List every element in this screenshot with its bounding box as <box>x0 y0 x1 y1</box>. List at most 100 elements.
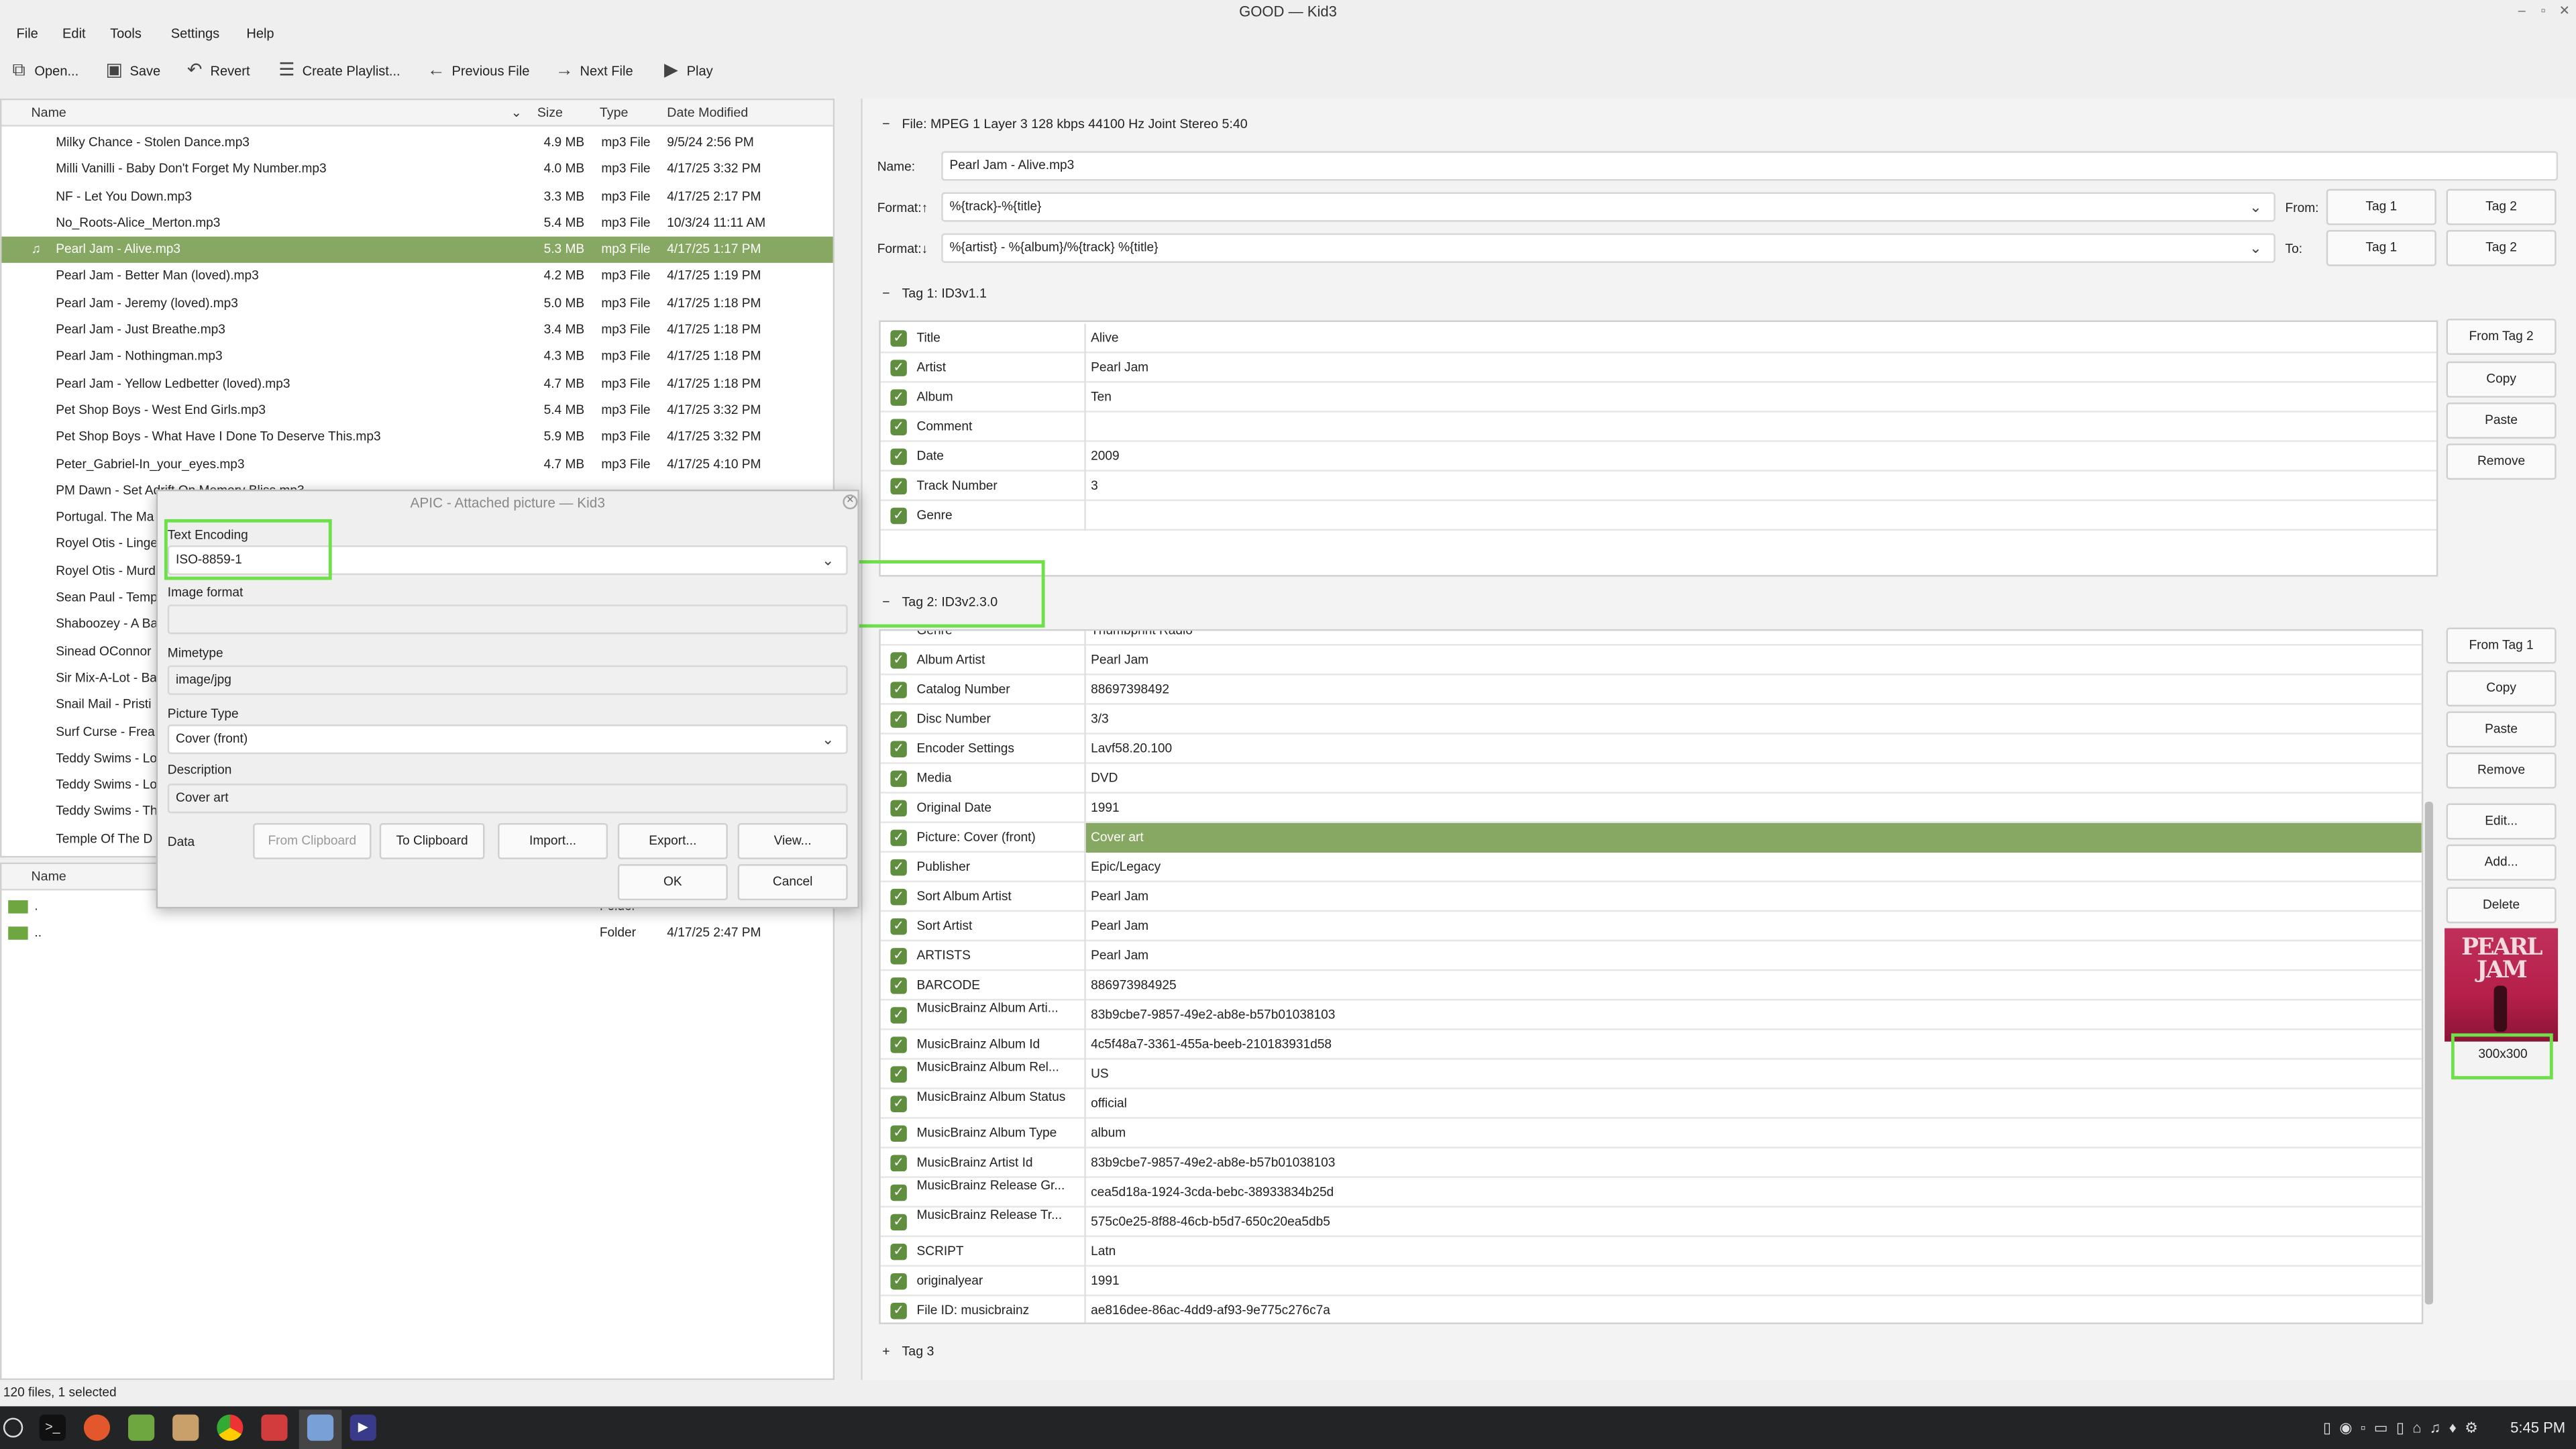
export-button[interactable]: Export... <box>617 822 728 859</box>
tag-row[interactable]: ✓ Media DVD <box>880 763 2422 794</box>
column-type[interactable]: Type <box>600 100 628 126</box>
field-value[interactable]: Latn <box>1084 1237 2421 1267</box>
remove-button[interactable]: Remove <box>2446 752 2557 789</box>
view-button[interactable]: View... <box>737 822 848 859</box>
paste-button[interactable]: Paste <box>2446 402 2557 439</box>
play-button[interactable]: ▶ Play <box>662 59 713 85</box>
menu-help[interactable]: Help <box>246 23 274 46</box>
file-section-toggle[interactable]: − <box>882 117 890 131</box>
checkbox[interactable]: ✓ <box>890 918 907 935</box>
checkbox[interactable]: ✓ <box>890 389 907 406</box>
paste-button[interactable]: Paste <box>2446 711 2557 748</box>
field-value[interactable]: 83b9cbe7-9857-49e2-ab8e-b57b01038103 <box>1084 1148 2421 1178</box>
delete-button[interactable]: Delete <box>2446 887 2557 924</box>
checkbox[interactable]: ✓ <box>890 1273 907 1290</box>
file-row[interactable]: Pearl Jam - Better Man (loved).mp3 4.2 MB… <box>1 264 833 290</box>
field-value[interactable] <box>1084 500 2436 531</box>
field-value[interactable]: 2009 <box>1084 441 2436 472</box>
checkbox[interactable]: ✓ <box>890 652 907 669</box>
dir-row[interactable]: .. Folder 4/17/25 2:47 PM <box>1 920 833 947</box>
from-tag1-button[interactable]: Tag 1 <box>2326 189 2436 225</box>
tag2-scrollbar[interactable] <box>2424 802 2433 1305</box>
file-row[interactable]: Pearl Jam - Jeremy (loved).mp3 5.0 MB mp3 … <box>1 290 833 317</box>
field-value[interactable]: Pearl Jam <box>1084 882 2421 912</box>
ok-button[interactable]: OK <box>617 864 728 901</box>
tag-row[interactable]: ✓ Catalog Number 88697398492 <box>880 675 2422 705</box>
terminal-icon[interactable]: >_ <box>39 1414 66 1441</box>
copy-button[interactable]: Copy <box>2446 361 2557 398</box>
file-row[interactable]: Pearl Jam - Just Breathe.mp3 3.4 MB mp3 Fi… <box>1 317 833 344</box>
file-row[interactable]: Milky Chance - Stolen Dance.mp3 4.9 MB mp3… <box>1 129 833 156</box>
tag-row[interactable]: ✓ MusicBrainz Album Rel... US <box>880 1059 2422 1089</box>
firefox-icon[interactable] <box>83 1414 111 1441</box>
checkbox[interactable]: ✓ <box>890 888 907 906</box>
checkbox[interactable]: ✓ <box>890 859 907 876</box>
checkbox[interactable]: ✓ <box>890 741 907 757</box>
description-field[interactable]: Cover art <box>167 784 848 814</box>
tag-row[interactable]: ✓ MusicBrainz Album Status official <box>880 1089 2422 1119</box>
format-up-combo[interactable]: %{track}-%{title} ⌄ <box>941 192 2275 222</box>
checkbox[interactable]: ✓ <box>890 682 907 698</box>
tag-row[interactable]: ✓ Publisher Epic/Legacy <box>880 853 2422 883</box>
tag-row[interactable]: ✓ MusicBrainz Release Gr... cea5d18a-1924-… <box>880 1177 2422 1208</box>
to-clipboard-button[interactable]: To Clipboard <box>379 822 485 859</box>
from-tag-1-button[interactable]: From Tag 1 <box>2446 627 2557 664</box>
menu-tools[interactable]: Tools <box>110 23 142 46</box>
column-date[interactable]: Date Modified <box>667 100 748 126</box>
tag3-toggle[interactable]: + <box>882 1344 890 1358</box>
file-row[interactable]: Pearl Jam - Nothingman.mp3 4.3 MB mp3 File… <box>1 344 833 371</box>
checkbox[interactable]: ✓ <box>890 419 907 435</box>
format-down-combo[interactable]: %{artist} - %{album}/%{track} %{title} ⌄ <box>941 233 2275 263</box>
tag-row[interactable]: ✓ MusicBrainz Artist Id 83b9cbe7-9857-49e2… <box>880 1148 2422 1178</box>
tag-row[interactable]: ✓ Original Date 1991 <box>880 793 2422 823</box>
chrome-icon[interactable] <box>217 1414 244 1441</box>
from-tag-2-button[interactable]: From Tag 2 <box>2446 319 2557 355</box>
checkbox[interactable]: ✓ <box>890 507 907 525</box>
tray-icons[interactable]: ▯◉▫▭▯⌂♫♦⚙ <box>2323 1419 2486 1438</box>
field-value[interactable] <box>1084 412 2436 442</box>
tag-row[interactable]: ✓ Date 2009 <box>880 441 2436 472</box>
revert-button[interactable]: ↶ Revert <box>186 59 250 85</box>
field-value[interactable]: 88697398492 <box>1084 675 2421 705</box>
field-value[interactable]: Pearl Jam <box>1084 941 2421 971</box>
menu-settings[interactable]: Settings <box>171 23 219 46</box>
image-format-field[interactable] <box>167 604 848 635</box>
filename-field[interactable]: Pearl Jam - Alive.mp3 <box>941 151 2559 181</box>
minimize-icon[interactable]: – <box>2514 3 2530 19</box>
field-value[interactable]: Thumbprint Radio <box>1084 631 2421 646</box>
field-value[interactable]: 83b9cbe7-9857-49e2-ab8e-b57b01038103 <box>1084 1000 2421 1030</box>
field-value[interactable]: cea5d18a-1924-3cda-bebc-38933834b25d <box>1084 1177 2421 1208</box>
tag-row[interactable]: ✓ SCRIPT Latn <box>880 1237 2422 1267</box>
copy-button[interactable]: Copy <box>2446 670 2557 707</box>
field-value[interactable]: US <box>1084 1059 2421 1089</box>
tag-row[interactable]: ✓ originalyear 1991 <box>880 1267 2422 1297</box>
file-row[interactable]: Peter_Gabriel-In_your_eyes.mp3 4.7 MB mp3 … <box>1 451 833 478</box>
menu-file[interactable]: File <box>16 23 38 46</box>
column-name[interactable]: Name <box>32 100 66 126</box>
add-button[interactable]: Add... <box>2446 844 2557 881</box>
field-value[interactable]: Cover art <box>1084 822 2422 853</box>
column-size[interactable]: Size <box>537 100 563 126</box>
file-row[interactable]: No_Roots-Alice_Merton.mp3 5.4 MB mp3 File 1… <box>1 210 833 237</box>
cancel-button[interactable]: Cancel <box>737 864 848 901</box>
checkbox[interactable]: ✓ <box>890 829 907 847</box>
checkbox[interactable]: ✓ <box>890 1155 907 1172</box>
field-value[interactable]: Lavf58.20.100 <box>1084 734 2421 764</box>
field-value[interactable]: 1991 <box>1084 1267 2421 1297</box>
tag-row[interactable]: ✓ Disc Number 3/3 <box>880 704 2422 735</box>
field-value[interactable]: 575c0e25-8f88-46cb-b5d7-650c20ea5db5 <box>1084 1208 2421 1238</box>
from-clipboard-button[interactable]: From Clipboard <box>253 822 372 859</box>
tag-row[interactable]: ✓ Album Artist Pearl Jam <box>880 645 2422 676</box>
checkbox[interactable]: ✓ <box>890 1036 907 1053</box>
files-icon[interactable] <box>128 1414 155 1441</box>
field-value[interactable]: Ten <box>1084 382 2436 413</box>
field-value[interactable]: Pearl Jam <box>1084 645 2421 676</box>
media-player-icon[interactable]: ▶ <box>350 1414 376 1441</box>
field-value[interactable]: Alive <box>1084 323 2436 354</box>
tag-row[interactable]: ✓ Track Number 3 <box>880 471 2436 501</box>
tag-row[interactable]: ✓ ARTISTS Pearl Jam <box>880 941 2422 971</box>
previous-file-button[interactable]: ← Previous File <box>427 59 530 85</box>
next-file-button[interactable]: → Next File <box>555 59 633 85</box>
checkbox[interactable]: ✓ <box>890 360 907 376</box>
reader-icon[interactable] <box>261 1414 288 1441</box>
